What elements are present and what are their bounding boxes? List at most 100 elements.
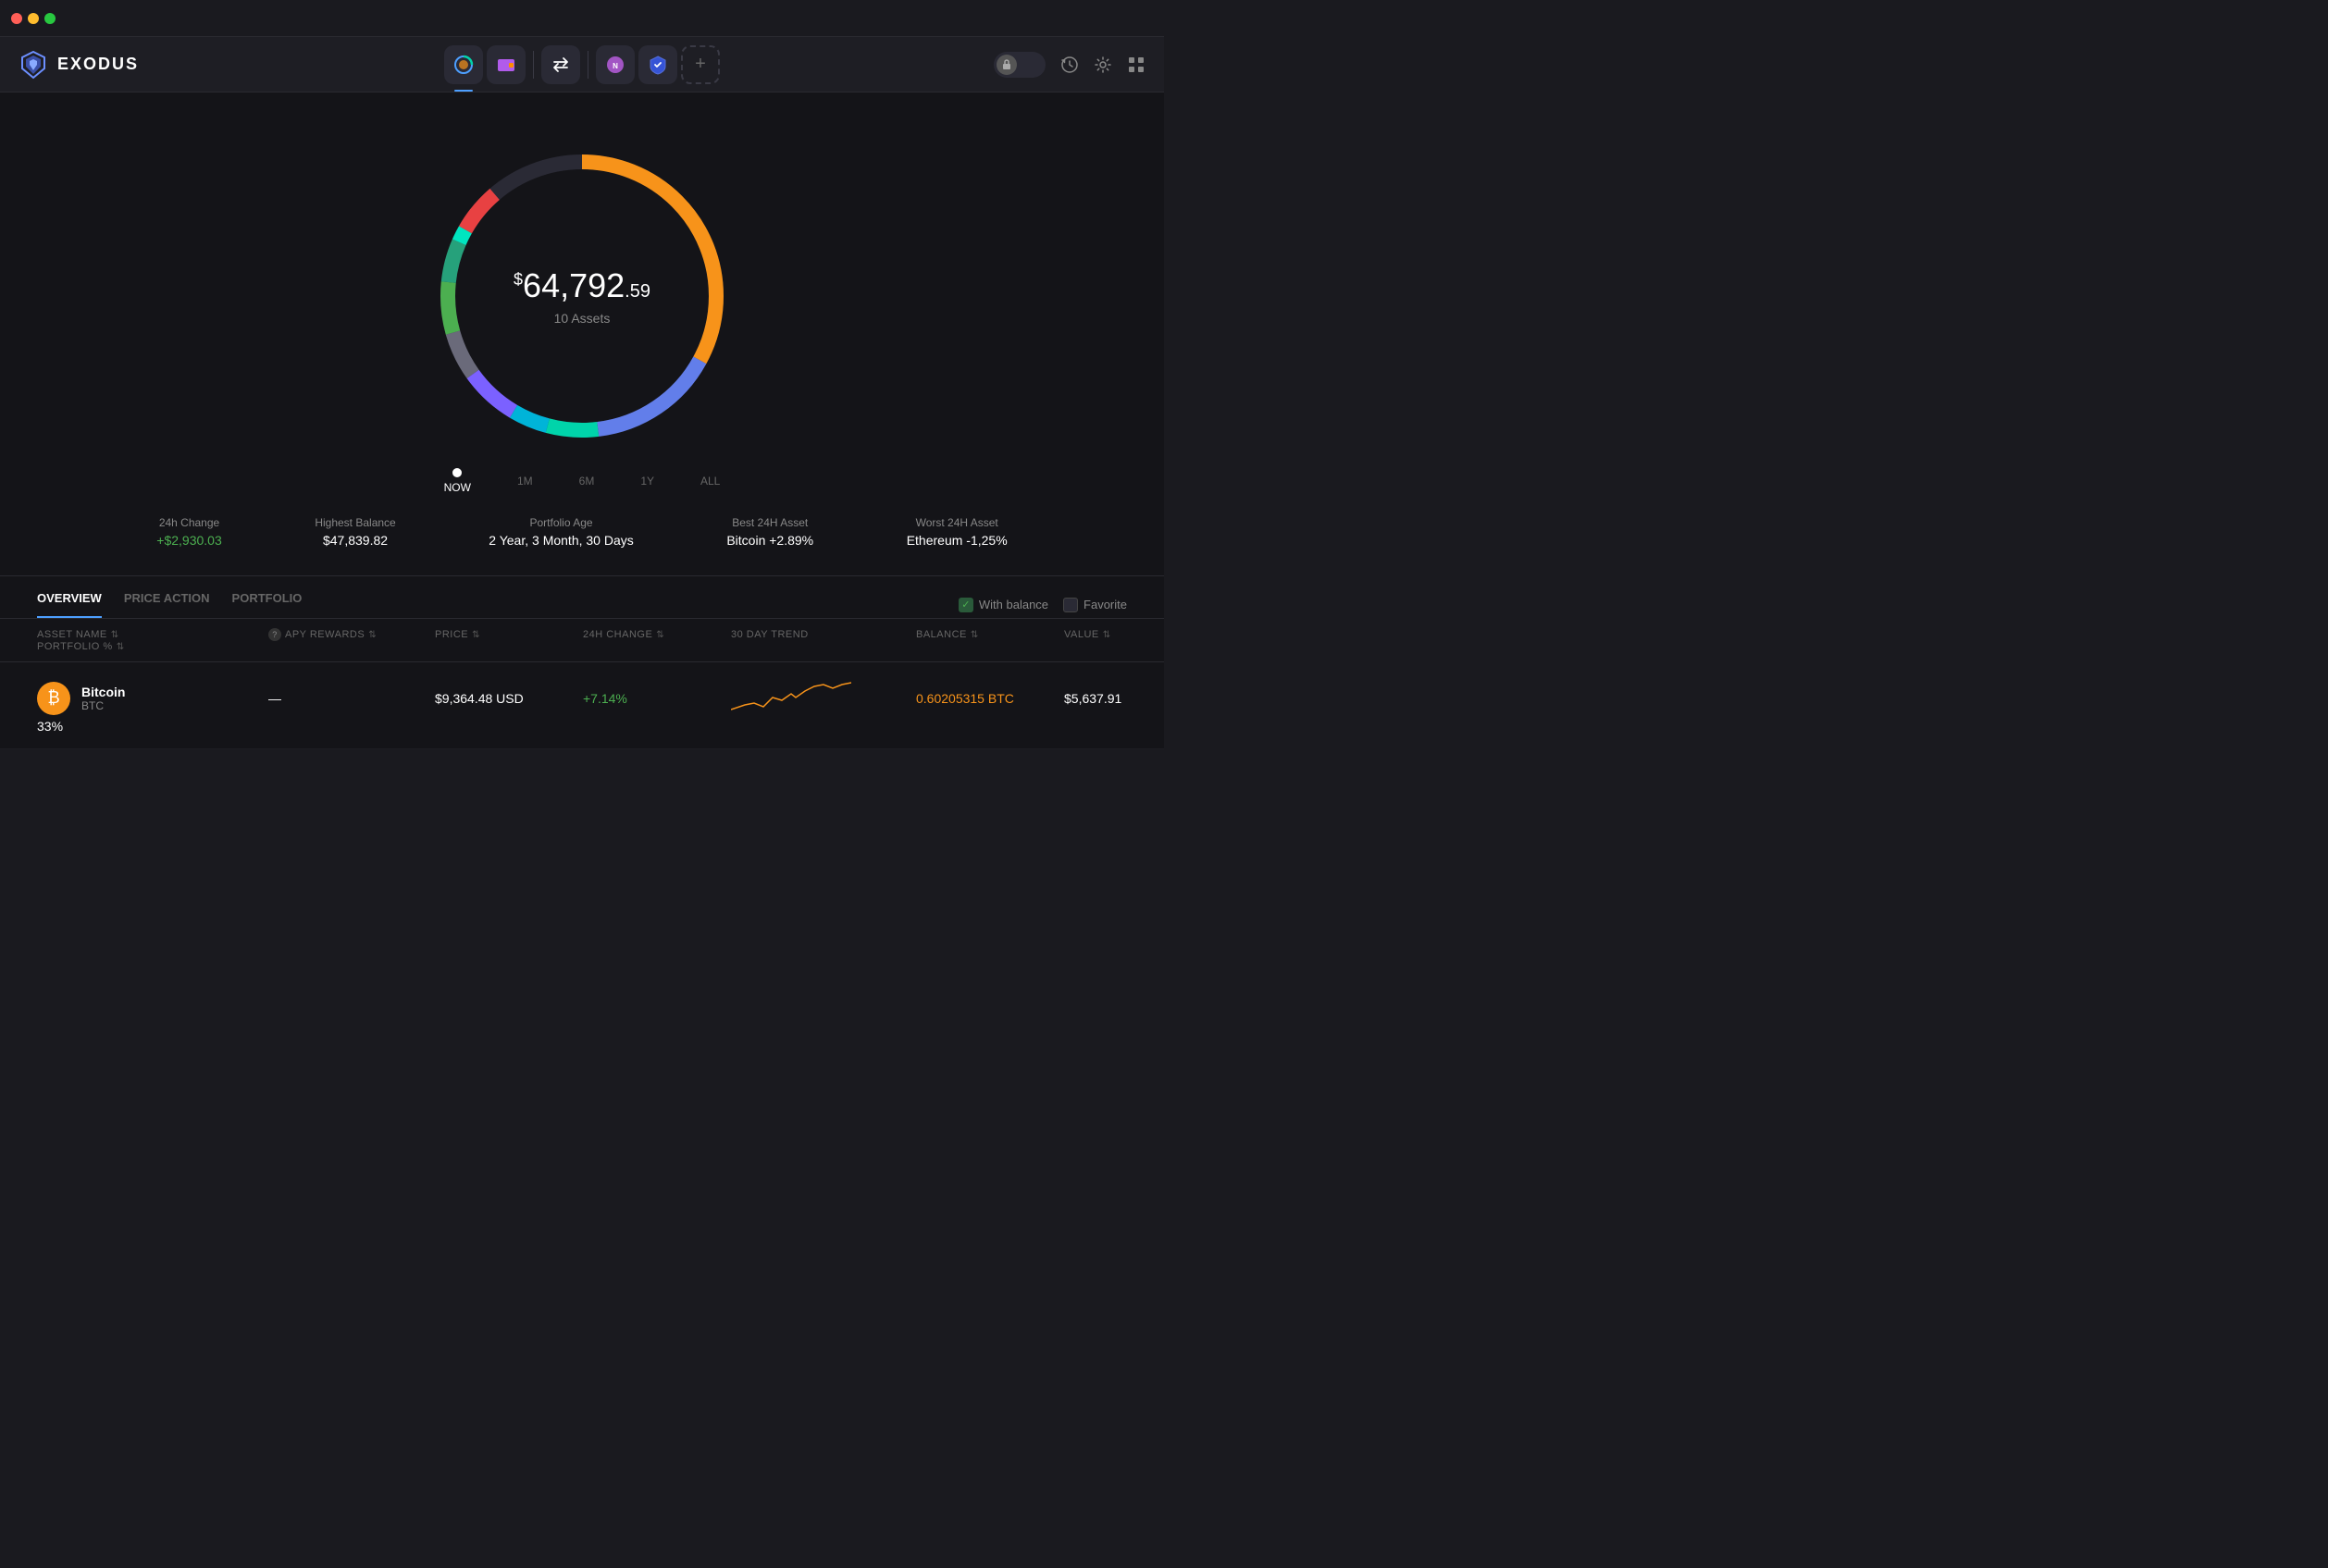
- th-portfolio-pct[interactable]: PORTFOLIO % ⇅: [37, 641, 268, 652]
- stat-best-asset-value: Bitcoin +2.89%: [726, 533, 813, 548]
- settings-button[interactable]: [1094, 56, 1112, 74]
- stat-worst-asset: Worst 24H Asset Ethereum -1,25%: [907, 516, 1008, 548]
- filter-favorite[interactable]: Favorite: [1063, 598, 1127, 612]
- stat-24h-change-label: 24h Change: [156, 516, 221, 529]
- close-window-button[interactable]: [11, 13, 22, 24]
- bitcoin-portfolio-pct: 33%: [37, 719, 268, 734]
- history-icon: [1060, 56, 1079, 74]
- tabs-filters: ✓ With balance Favorite: [959, 598, 1127, 612]
- table-row[interactable]: ₿ Bitcoin BTC — $9,364.48 USD +7.14% 0.6…: [0, 662, 1164, 749]
- sort-value-icon: ⇅: [1103, 630, 1111, 640]
- stat-best-asset: Best 24H Asset Bitcoin +2.89%: [726, 516, 813, 548]
- minimize-window-button[interactable]: [28, 13, 39, 24]
- portfolio-icon: [453, 55, 474, 75]
- tab-portfolio[interactable]: PORTFOLIO: [232, 591, 303, 618]
- nav-portfolio-button[interactable]: [444, 45, 483, 84]
- bitcoin-sparkline-container: [731, 677, 916, 719]
- table-header: ASSET NAME ⇅ ? APY REWARDS ⇅ PRICE ⇅ 24H…: [0, 618, 1164, 662]
- stat-highest-balance-value: $47,839.82: [315, 533, 395, 548]
- sort-24h-icon: ⇅: [656, 630, 664, 640]
- timeline-1m[interactable]: 1M: [517, 475, 533, 488]
- donut-chart-container: $64,792.59 10 Assets: [425, 139, 739, 453]
- timeline-all[interactable]: ALL: [700, 475, 720, 488]
- th-24h-change[interactable]: 24H CHANGE ⇅: [583, 628, 731, 641]
- asset-cell-bitcoin: ₿ Bitcoin BTC: [37, 682, 268, 715]
- bitcoin-24h-change: +7.14%: [583, 691, 731, 706]
- logo: EXODUS: [19, 50, 139, 80]
- stat-highest-balance-label: Highest Balance: [315, 516, 395, 529]
- filter-with-balance[interactable]: ✓ With balance: [959, 598, 1048, 612]
- tab-overview[interactable]: OVERVIEW: [37, 591, 102, 618]
- exchange-icon: [551, 55, 571, 75]
- nav-right: [994, 52, 1145, 78]
- nav-shield-button[interactable]: [638, 45, 677, 84]
- favorite-checkbox: [1063, 598, 1078, 612]
- bitcoin-apy: —: [268, 691, 435, 706]
- nft-icon: N: [605, 55, 625, 75]
- bitcoin-balance: 0.60205315 BTC: [916, 691, 1064, 706]
- stat-portfolio-age: Portfolio Age 2 Year, 3 Month, 30 Days: [489, 516, 633, 548]
- donut-center-display: $64,792.59 10 Assets: [514, 266, 650, 326]
- stat-highest-balance: Highest Balance $47,839.82: [315, 516, 395, 548]
- th-asset-name[interactable]: ASSET NAME ⇅: [37, 628, 268, 641]
- titlebar: [0, 0, 1164, 37]
- gear-icon: [1094, 56, 1112, 74]
- th-balance[interactable]: BALANCE ⇅: [916, 628, 1064, 641]
- portfolio-section: $64,792.59 10 Assets NOW 1M 6M 1Y ALL: [0, 120, 1164, 575]
- sort-balance-icon: ⇅: [971, 630, 979, 640]
- stat-worst-asset-label: Worst 24H Asset: [907, 516, 1008, 529]
- bitcoin-name: Bitcoin: [81, 685, 125, 699]
- main-content: $64,792.59 10 Assets NOW 1M 6M 1Y ALL: [0, 93, 1164, 749]
- th-value[interactable]: VALUE ⇅: [1064, 628, 1194, 641]
- stat-portfolio-age-value: 2 Year, 3 Month, 30 Days: [489, 533, 633, 548]
- header: EXODUS: [0, 37, 1164, 93]
- sort-asset-name-icon: ⇅: [111, 630, 119, 640]
- exodus-logo-icon: [19, 50, 48, 80]
- lock-toggle-button[interactable]: [994, 52, 1046, 78]
- bitcoin-name-container: Bitcoin BTC: [81, 685, 125, 712]
- apy-help-icon[interactable]: ?: [268, 628, 281, 641]
- maximize-window-button[interactable]: [44, 13, 56, 24]
- favorite-label: Favorite: [1084, 598, 1127, 611]
- timeline-label-1y: 1Y: [640, 475, 654, 488]
- stats-row: 24h Change +$2,930.03 Highest Balance $4…: [73, 516, 1091, 548]
- history-button[interactable]: [1060, 56, 1079, 74]
- nav-wallet-button[interactable]: [487, 45, 526, 84]
- stat-24h-change-value: +$2,930.03: [156, 533, 221, 548]
- timeline-label-6m: 6M: [579, 475, 595, 488]
- with-balance-label: With balance: [979, 598, 1048, 611]
- stat-portfolio-age-label: Portfolio Age: [489, 516, 633, 529]
- timeline-label-1m: 1M: [517, 475, 533, 488]
- svg-text:N: N: [613, 62, 618, 70]
- th-price[interactable]: PRICE ⇅: [435, 628, 583, 641]
- th-30day-trend: 30 DAY TREND: [731, 628, 916, 641]
- lock-knob: [997, 55, 1017, 75]
- portfolio-assets-count: 10 Assets: [514, 311, 650, 326]
- stat-best-asset-label: Best 24H Asset: [726, 516, 813, 529]
- lock-icon: [1001, 59, 1012, 70]
- app-title: EXODUS: [57, 55, 139, 74]
- stat-24h-change: 24h Change +$2,930.03: [156, 516, 221, 548]
- th-apy-rewards[interactable]: ? APY REWARDS ⇅: [268, 628, 435, 641]
- traffic-lights: [11, 13, 56, 24]
- timeline-1y[interactable]: 1Y: [640, 475, 654, 488]
- bitcoin-sparkline: [731, 677, 851, 714]
- timeline-dot-now: [452, 468, 462, 477]
- plus-icon: +: [695, 54, 706, 75]
- nav-center: N +: [444, 45, 720, 84]
- grid-icon: [1127, 56, 1145, 74]
- sort-portfolio-icon: ⇅: [117, 642, 125, 652]
- tab-price-action[interactable]: PRICE ACTION: [124, 591, 210, 618]
- portfolio-total-amount: $64,792.59: [514, 266, 650, 305]
- with-balance-checkbox: ✓: [959, 598, 973, 612]
- timeline-selector: NOW 1M 6M 1Y ALL: [426, 468, 739, 494]
- timeline-now[interactable]: NOW: [444, 468, 471, 494]
- nav-divider-1: [533, 51, 534, 79]
- sort-apy-icon: ⇅: [368, 630, 377, 640]
- bitcoin-value: $5,637.91: [1064, 691, 1194, 706]
- grid-view-button[interactable]: [1127, 56, 1145, 74]
- timeline-6m[interactable]: 6M: [579, 475, 595, 488]
- nav-add-button[interactable]: +: [681, 45, 720, 84]
- nav-exchange-button[interactable]: [541, 45, 580, 84]
- nav-nft-button[interactable]: N: [596, 45, 635, 84]
